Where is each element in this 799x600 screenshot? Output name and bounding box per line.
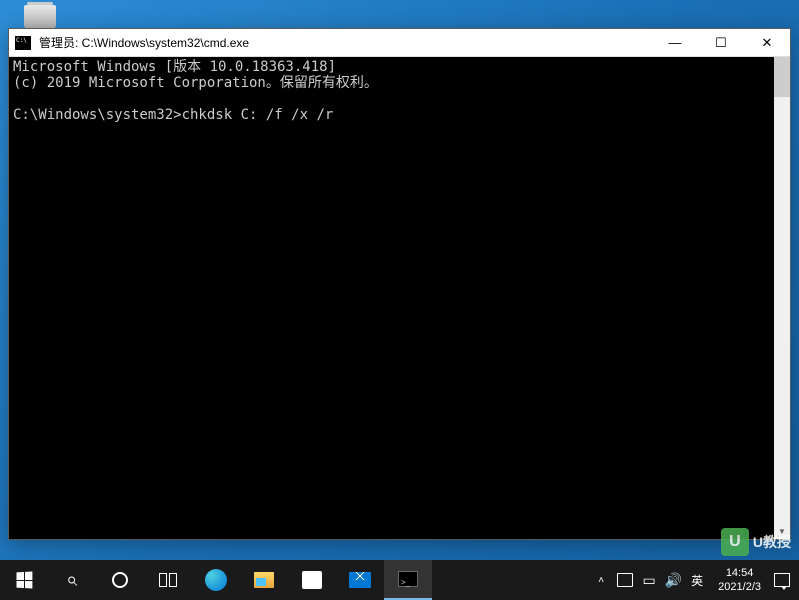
search-icon [66,569,77,592]
store-button[interactable] [288,560,336,600]
close-button[interactable]: ✕ [744,29,790,57]
folder-icon [254,572,274,588]
notification-icon [617,573,633,587]
tray-app-icon[interactable] [616,573,634,587]
mail-button[interactable] [336,560,384,600]
file-explorer-button[interactable] [240,560,288,600]
start-button[interactable] [0,560,48,600]
window-controls: — ☐ ✕ [652,29,790,57]
minimize-button[interactable]: — [652,29,698,57]
window-title: 管理员: C:\Windows\system32\cmd.exe [37,34,652,51]
store-icon [302,571,322,589]
cortana-icon [112,572,128,588]
clock-button[interactable]: 14:54 2021/2/3 [712,566,767,594]
terminal-prompt: C:\Windows\system32> [13,107,182,123]
edge-button[interactable] [192,560,240,600]
search-button[interactable] [48,560,96,600]
cmd-window: 管理员: C:\Windows\system32\cmd.exe — ☐ ✕ M… [8,28,791,540]
recycle-bin-icon [24,5,56,29]
terminal-area[interactable]: Microsoft Windows [版本 10.0.18363.418] (c… [9,57,790,539]
terminal-command: chkdsk C: /f /x /r [182,107,334,123]
time-text: 14:54 [718,566,761,580]
taskview-icon [159,573,177,587]
windows-logo-icon [16,572,32,589]
network-button[interactable]: ▭ [640,572,658,589]
cmd-taskbar-button[interactable] [384,560,432,600]
terminal-output: Microsoft Windows [版本 10.0.18363.418] (c… [9,57,790,125]
scroll-thumb[interactable] [774,57,790,97]
watermark: U U教授 [721,528,791,556]
action-center-button[interactable] [773,573,791,587]
action-center-icon [774,573,790,587]
cmd-taskbar-icon [398,571,418,587]
tray-overflow-button[interactable]: ˄ [592,575,610,586]
terminal-line: Microsoft Windows [版本 10.0.18363.418] [13,59,336,75]
volume-button[interactable]: 🔊 [664,572,682,589]
ime-button[interactable]: 英 [688,572,706,589]
taskbar: ˄ ▭ 🔊 英 14:54 2021/2/3 [0,560,799,600]
scrollbar[interactable]: ▲ ▼ [774,57,790,539]
terminal-line: (c) 2019 Microsoft Corporation。保留所有权利。 [13,75,378,91]
titlebar[interactable]: 管理员: C:\Windows\system32\cmd.exe — ☐ ✕ [9,29,790,57]
taskview-button[interactable] [144,560,192,600]
watermark-logo-icon: U [721,528,749,556]
edge-icon [205,569,227,591]
cmd-icon [15,36,31,50]
cortana-button[interactable] [96,560,144,600]
system-tray: ˄ ▭ 🔊 英 14:54 2021/2/3 [584,566,799,594]
date-text: 2021/2/3 [718,580,761,594]
mail-icon [349,572,371,588]
watermark-text: U教授 [753,532,791,552]
maximize-button[interactable]: ☐ [698,29,744,57]
